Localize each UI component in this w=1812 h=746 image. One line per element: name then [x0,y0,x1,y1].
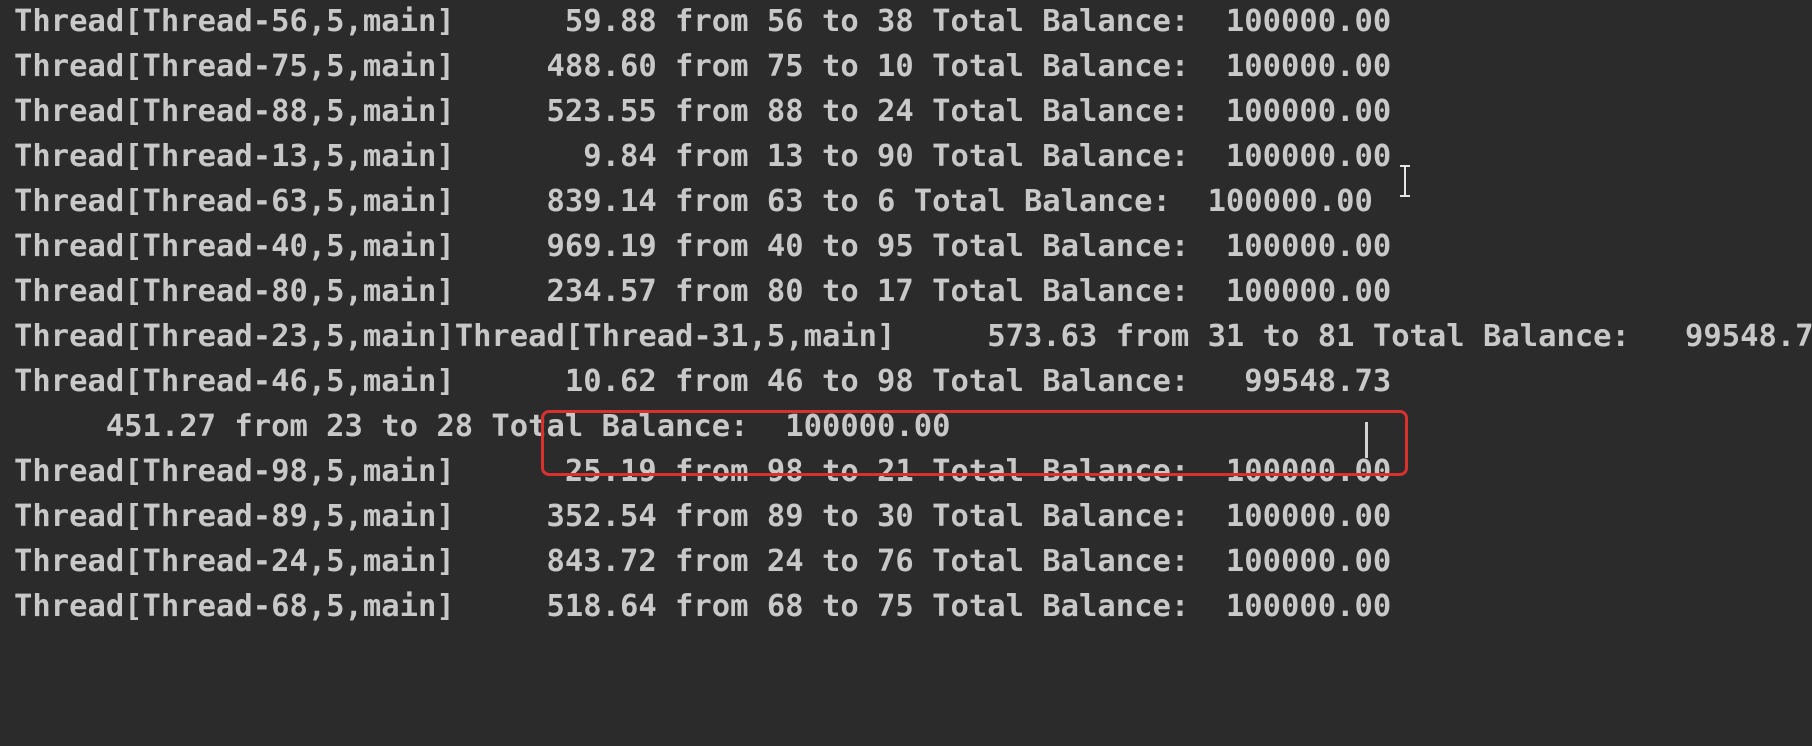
console-line: Thread[Thread-68,5,main] 518.64 from 68 … [14,589,1392,624]
text-cursor-icon [1400,165,1410,197]
highlight-box [541,410,1408,476]
text-caret [1365,422,1368,458]
console-output[interactable]: Thread[Thread-56,5,main] 59.88 from 56 t… [0,0,1812,746]
